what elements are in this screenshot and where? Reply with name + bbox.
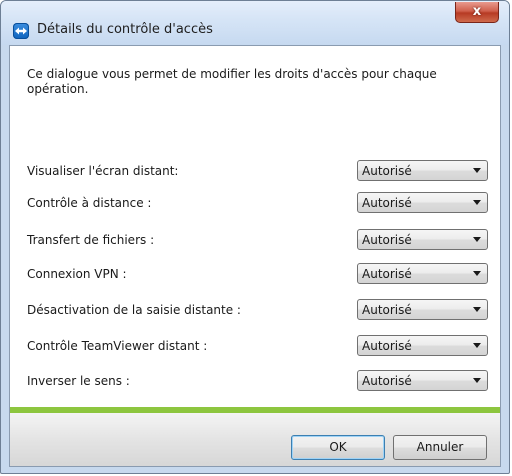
- chevron-down-icon: [473, 378, 481, 383]
- close-icon: x: [472, 4, 482, 19]
- dialog-window: Détails du contrôle d'accès x Ce dialogu…: [0, 0, 510, 474]
- remote-teamviewer-select[interactable]: Autorisé: [357, 335, 488, 356]
- ok-button[interactable]: OK: [291, 435, 385, 460]
- row-label-remote-teamviewer: Contrôle TeamViewer distant :: [27, 339, 208, 353]
- row-label-view-screen: Visualiser l'écran distant:: [27, 164, 179, 178]
- view-screen-select[interactable]: Autorisé: [357, 160, 488, 181]
- select-value: Autorisé: [362, 196, 412, 210]
- cancel-button[interactable]: Annuler: [393, 435, 487, 460]
- row-label-remote-control: Contrôle à distance :: [27, 196, 152, 210]
- select-value: Autorisé: [362, 267, 412, 281]
- title-bar[interactable]: Détails du contrôle d'accès x: [1, 1, 509, 45]
- select-value: Autorisé: [362, 164, 412, 178]
- chevron-down-icon: [473, 271, 481, 276]
- intro-text: Ce dialogue vous permet de modifier les …: [27, 67, 437, 96]
- teamviewer-icon: [13, 23, 29, 39]
- select-value: Autorisé: [362, 339, 412, 353]
- close-button[interactable]: x: [455, 2, 499, 23]
- vpn-select[interactable]: Autorisé: [357, 263, 488, 284]
- chevron-down-icon: [473, 307, 481, 312]
- remote-control-select[interactable]: Autorisé: [357, 192, 488, 213]
- file-transfer-select[interactable]: Autorisé: [357, 229, 488, 250]
- reverse-direction-select[interactable]: Autorisé: [357, 370, 488, 391]
- row-label-file-transfer: Transfert de fichiers :: [27, 233, 155, 247]
- chevron-down-icon: [473, 168, 481, 173]
- row-label-reverse-direction: Inverser le sens :: [27, 374, 130, 388]
- button-bar: OK Annuler: [10, 413, 500, 466]
- dialog-body: Ce dialogue vous permet de modifier les …: [9, 45, 501, 467]
- row-label-disable-input: Désactivation de la saisie distante :: [27, 303, 241, 317]
- chevron-down-icon: [473, 200, 481, 205]
- row-label-vpn: Connexion VPN :: [27, 267, 127, 281]
- disable-input-select[interactable]: Autorisé: [357, 299, 488, 320]
- select-value: Autorisé: [362, 303, 412, 317]
- chevron-down-icon: [473, 343, 481, 348]
- select-value: Autorisé: [362, 374, 412, 388]
- window-title: Détails du contrôle d'accès: [37, 22, 213, 37]
- chevron-down-icon: [473, 237, 481, 242]
- select-value: Autorisé: [362, 233, 412, 247]
